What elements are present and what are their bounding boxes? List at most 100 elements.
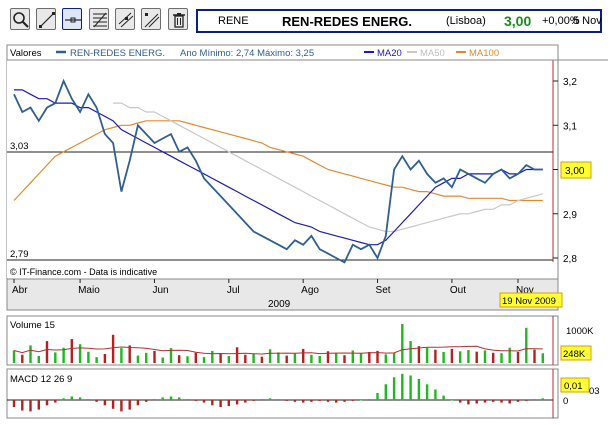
legend-values: Valores (10, 48, 42, 59)
volume-bar (268, 349, 272, 363)
volume-bar (202, 357, 206, 363)
macd-bar (285, 400, 288, 401)
macd-bar (21, 400, 24, 411)
macd-bar (12, 400, 16, 407)
volume-bar (260, 356, 264, 363)
volume-bar (417, 346, 421, 363)
macd-label: MACD 12 26 9 (10, 374, 72, 385)
macd-overflow-label: 03 (589, 386, 600, 397)
x-tick-label: Jul (227, 285, 240, 296)
volume-bar (326, 351, 330, 363)
date-badge (499, 292, 563, 308)
macd-bar (277, 399, 280, 400)
volume-bar (516, 352, 520, 363)
trend-channel-button[interactable] (115, 8, 135, 30)
volume-bar (29, 345, 32, 363)
macd-bar (202, 400, 206, 403)
volume-bar (533, 349, 536, 363)
fibonacci-button[interactable] (89, 8, 109, 30)
macd-bar (310, 400, 313, 402)
macd-bar (483, 400, 487, 403)
macd-bar (87, 399, 90, 400)
volume-bar (285, 355, 288, 363)
macd-bar (153, 399, 156, 400)
volume-bar (442, 352, 445, 363)
volume-bar (161, 357, 164, 363)
volume-bar (37, 356, 40, 363)
volume-bar (467, 350, 470, 363)
macd-bar (326, 400, 330, 402)
last-price-label: 3,00 (565, 166, 585, 177)
quote-exchange: (Lisboa) (446, 15, 486, 27)
macd-bar (252, 400, 255, 401)
volume-bar (492, 352, 495, 363)
macd-bar (70, 396, 73, 400)
volume-bar (70, 339, 73, 363)
macd-bar (145, 400, 148, 402)
quote-name: REN-REDES ENERG. (282, 14, 413, 29)
volume-bar (368, 352, 371, 363)
magnifier-icon (13, 12, 29, 28)
macd-bar (268, 398, 272, 401)
hline-button[interactable] (62, 8, 82, 30)
y-tick-label: 2,9 (563, 210, 577, 221)
macd-bar (120, 400, 123, 412)
macd-zero-tick: 0 (563, 396, 568, 407)
volume-bar (277, 352, 280, 363)
macd-bar (541, 398, 544, 401)
macd-bar (500, 400, 503, 403)
x-tick-label: Out (450, 285, 466, 296)
volume-bar (384, 354, 387, 363)
macd-bar (128, 400, 131, 410)
x-tick-label: Jun (152, 285, 168, 296)
quote-date: 5 Nov (573, 15, 602, 27)
macd-bar (244, 400, 247, 403)
macd-bar (186, 399, 189, 400)
macd-bars (12, 373, 544, 412)
x-axis-band (6, 278, 559, 311)
delete-button[interactable] (168, 8, 188, 30)
macd-panel-frame (6, 368, 559, 419)
volume-bar (351, 350, 354, 363)
volume-bar (541, 353, 544, 363)
macd-bar (533, 399, 536, 400)
macd-bar (29, 400, 32, 412)
last-price-badge (560, 161, 592, 179)
parallel-lines-button[interactable] (141, 8, 161, 30)
macd-bar (169, 396, 173, 400)
quote-price: 3,00 (504, 13, 532, 29)
macd-bar (178, 397, 181, 400)
macd-bar (442, 395, 445, 400)
macd-bar (525, 400, 528, 401)
macd-bar (227, 400, 230, 407)
macd-bar (161, 397, 164, 400)
toolbar: RENE REN-REDES ENERG. (Lisboa) 3,00 +0,0… (0, 0, 610, 40)
zoom-button[interactable] (10, 8, 30, 30)
line-draw-button[interactable] (36, 8, 56, 30)
price-line (13, 78, 543, 264)
macd-bar (194, 400, 197, 401)
macd-bar (219, 400, 222, 407)
volume-bar (434, 349, 437, 363)
volume-bar (153, 350, 156, 363)
x-tick-label: Nov (516, 285, 534, 296)
macd-bar (450, 400, 454, 401)
volume-bar (136, 355, 140, 363)
volume-label: Volume 15 (10, 320, 55, 331)
macd-bar (351, 400, 354, 401)
trash-icon (173, 13, 185, 28)
macd-bar (384, 384, 387, 400)
price-plot-bg (7, 60, 553, 278)
macd-bar (103, 400, 107, 406)
macd-bar (318, 400, 321, 401)
macd-bar (302, 400, 305, 403)
volume-bar (235, 347, 239, 363)
x-axis: Abr Maio Jun Jul Ago Set Out Nov (12, 279, 534, 296)
volume-bar (252, 354, 255, 363)
y-tick-label: 2,8 (563, 254, 577, 265)
diagonal-line-icon (39, 12, 55, 28)
macd-last-label: 0,01 (564, 381, 583, 392)
macd-bar (401, 373, 404, 401)
year-label: 2009 (268, 299, 291, 310)
volume-last-label: 248K (563, 349, 586, 360)
